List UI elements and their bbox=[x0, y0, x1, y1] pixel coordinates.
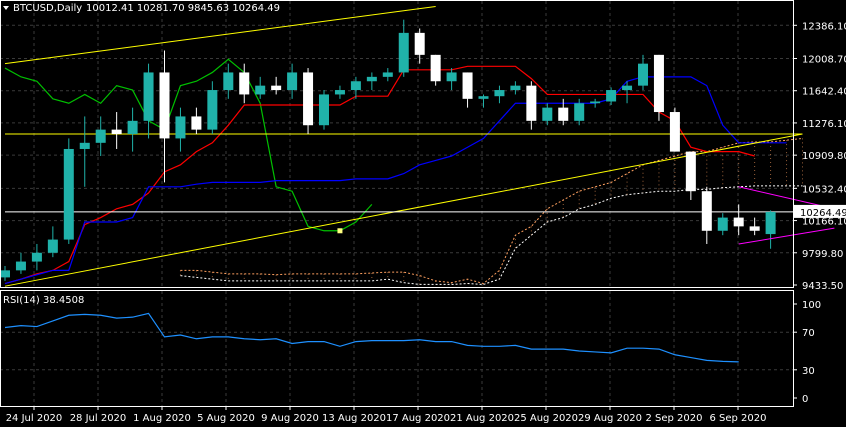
candle-body bbox=[765, 211, 776, 235]
price-label: 9799.80 bbox=[802, 249, 843, 260]
chart-header: BTCUSD,Daily 10012.41 10281.70 9845.63 1… bbox=[3, 3, 280, 14]
candle-body bbox=[749, 226, 760, 231]
candle-body bbox=[111, 129, 122, 135]
candle-body bbox=[175, 116, 186, 139]
candle-body bbox=[717, 217, 728, 231]
candle-body bbox=[701, 191, 712, 231]
candle-body bbox=[542, 107, 553, 121]
candle-body bbox=[669, 112, 680, 152]
candle-body bbox=[526, 85, 537, 121]
time-label: 24 Jul 2020 bbox=[6, 413, 63, 424]
candle-body bbox=[494, 90, 505, 97]
candle-body bbox=[478, 96, 489, 99]
time-label: 13 Aug 2020 bbox=[322, 413, 386, 424]
candle-body bbox=[558, 107, 569, 121]
candle-body bbox=[127, 120, 138, 135]
time-label: 17 Aug 2020 bbox=[386, 413, 450, 424]
rsi-axis-label: 0 bbox=[802, 394, 808, 405]
candle-body bbox=[191, 116, 202, 130]
candle-body bbox=[685, 151, 696, 192]
time-label: 25 Aug 2020 bbox=[514, 413, 578, 424]
candle-body bbox=[319, 94, 329, 126]
candle-body bbox=[590, 101, 601, 104]
candle-body bbox=[63, 148, 74, 240]
price-label: 11276.10 bbox=[802, 119, 846, 130]
candle-body bbox=[398, 32, 409, 73]
candle-body bbox=[350, 81, 361, 91]
rsi-label: RSI(14) 38.4508 bbox=[3, 295, 84, 306]
candle-body bbox=[287, 72, 298, 91]
candle-body bbox=[255, 85, 266, 95]
candle-body bbox=[143, 72, 154, 121]
candle-body bbox=[653, 54, 664, 113]
candle-body bbox=[622, 85, 633, 91]
candle-body bbox=[382, 72, 393, 77]
candle-body bbox=[366, 76, 377, 82]
time-label: 9 Aug 2020 bbox=[261, 413, 319, 424]
candle-body bbox=[414, 32, 425, 55]
candle-body bbox=[239, 72, 250, 95]
candle-body bbox=[606, 90, 617, 102]
candle-body bbox=[15, 261, 26, 271]
candle-body bbox=[79, 142, 90, 149]
candle-body bbox=[0, 270, 10, 278]
price-label: 10909.80 bbox=[802, 151, 846, 162]
candle-body bbox=[271, 85, 282, 91]
time-label: 5 Aug 2020 bbox=[197, 413, 255, 424]
candle-body bbox=[334, 90, 345, 95]
rsi-axis-label: 70 bbox=[802, 328, 815, 339]
candle-body bbox=[446, 72, 457, 82]
candle-body bbox=[510, 85, 521, 91]
time-label: 21 Aug 2020 bbox=[450, 413, 514, 424]
candle-body bbox=[430, 54, 441, 82]
price-label: 9433.50 bbox=[802, 281, 843, 292]
anchor-point[interactable] bbox=[337, 228, 343, 234]
time-label: 2 Sep 2020 bbox=[645, 413, 702, 424]
time-label: 6 Sep 2020 bbox=[709, 413, 766, 424]
ohlc-label: 10012.41 10281.70 9845.63 10264.49 bbox=[86, 3, 280, 14]
price-label: 10166.10 bbox=[802, 217, 846, 228]
price-label: 12386.10 bbox=[802, 21, 846, 32]
candle-body bbox=[95, 129, 106, 143]
price-label: 12008.70 bbox=[802, 54, 846, 65]
rsi-axis-label: 100 bbox=[802, 300, 821, 311]
time-label: 1 Aug 2020 bbox=[133, 413, 191, 424]
chart-area[interactable]: 12386.10 12008.70 11642.40 11276.10 10909.80… bbox=[0, 0, 846, 427]
symbol-label: BTCUSD,Daily bbox=[13, 3, 82, 14]
candle-body bbox=[207, 90, 218, 130]
candle-body bbox=[223, 72, 234, 91]
time-label: 28 Jul 2020 bbox=[70, 413, 127, 424]
candle-body bbox=[462, 72, 473, 99]
rsi-axis-label: 30 bbox=[802, 366, 815, 377]
chart-background bbox=[0, 0, 846, 427]
candle-body bbox=[47, 239, 58, 253]
candle-body bbox=[574, 103, 585, 121]
candle-body bbox=[303, 72, 314, 126]
candle-body bbox=[733, 217, 744, 227]
time-label: 29 Aug 2020 bbox=[578, 413, 642, 424]
price-label: 10532.40 bbox=[802, 184, 846, 195]
candle-body bbox=[31, 252, 42, 262]
candle-body bbox=[159, 72, 170, 139]
price-label: 11642.40 bbox=[802, 87, 846, 98]
candle-body bbox=[638, 63, 648, 86]
